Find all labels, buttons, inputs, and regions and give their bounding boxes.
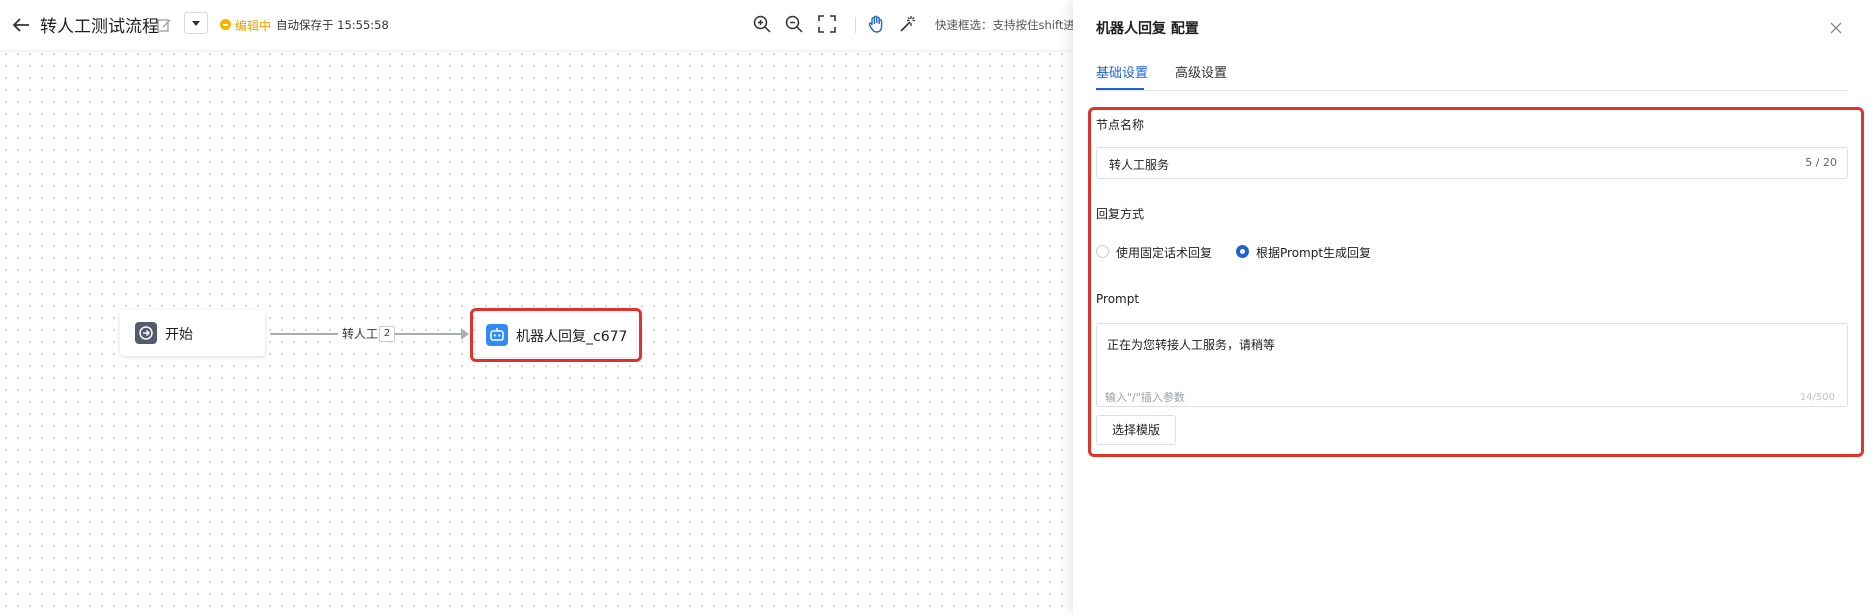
radio-fixed-reply[interactable] [1096, 245, 1109, 258]
tab-advanced-settings[interactable]: 高级设置 [1175, 62, 1227, 81]
zoom-in-icon[interactable] [752, 14, 772, 34]
edge-count-badge: 2 [379, 326, 395, 342]
reply-mode-label: 回复方式 [1096, 207, 1145, 221]
node-name-char-count: 5 / 20 [1805, 156, 1837, 169]
radio-fixed-reply-label[interactable]: 使用固定话术回复 [1116, 244, 1212, 261]
robot-node-label: 机器人回复_c677 [516, 329, 628, 345]
editing-status-text: 编辑中 [235, 19, 272, 33]
robot-icon [486, 324, 508, 346]
start-node-label: 开始 [165, 327, 193, 343]
zoom-out-icon[interactable] [784, 14, 804, 34]
fullscreen-icon[interactable] [817, 14, 837, 34]
edit-icon[interactable] [156, 17, 172, 33]
robot-reply-node[interactable]: 机器人回复_c677 [476, 313, 636, 357]
start-node[interactable]: 开始 [120, 310, 265, 356]
start-icon [135, 322, 157, 344]
caret-down-icon[interactable] [184, 12, 208, 34]
select-template-button[interactable]: 选择模版 [1096, 415, 1176, 445]
quick-select-hint: 快速框选：支持按住shift进 [935, 18, 1075, 32]
autosave-time: 自动保存于 15:55:58 [276, 18, 389, 32]
prompt-char-count: 14/500 [1799, 392, 1835, 403]
close-icon[interactable] [1828, 20, 1844, 36]
active-tab-indicator [1096, 88, 1144, 90]
flow-canvas[interactable]: 开始 转人工 2 机器人回复_c677 [0, 0, 1090, 614]
prompt-textarea[interactable]: 正在为您转接人工服务，请稍等 输入"/"插入参数 14/500 [1096, 323, 1848, 407]
panel-tabs: 基础设置 高级设置 [1096, 60, 1848, 91]
back-arrow-icon[interactable] [10, 14, 32, 36]
config-panel: 机器人回复 配置 基础设置 高级设置 节点名称 转人工服务 5 / 20 回复方… [1073, 0, 1872, 614]
top-toolbar: 转人工测试流程 编辑中 自动保存于 15:55:58 快速框选：支持按住shif… [0, 0, 1090, 50]
editing-status-icon [220, 19, 231, 30]
toolbar-divider [855, 17, 856, 33]
flow-title: 转人工测试流程 [40, 17, 159, 37]
radio-prompt-reply-label[interactable]: 根据Prompt生成回复 [1256, 244, 1371, 261]
prompt-param-hint: 输入"/"插入参数 [1105, 391, 1185, 404]
prompt-label: Prompt [1096, 292, 1140, 306]
edge-label: 转人工 [338, 325, 383, 343]
node-name-input[interactable]: 转人工服务 5 / 20 [1096, 147, 1848, 179]
node-name-value: 转人工服务 [1109, 158, 1170, 172]
prompt-value: 正在为您转接人工服务，请稍等 [1107, 338, 1276, 352]
hand-icon[interactable] [866, 14, 886, 34]
radio-prompt-reply[interactable] [1236, 245, 1249, 258]
edge-arrowhead [461, 328, 469, 340]
panel-title: 机器人回复 配置 [1096, 21, 1199, 37]
magic-wand-icon[interactable] [898, 14, 918, 34]
tab-basic-settings[interactable]: 基础设置 [1096, 62, 1148, 81]
node-name-label: 节点名称 [1096, 118, 1145, 132]
